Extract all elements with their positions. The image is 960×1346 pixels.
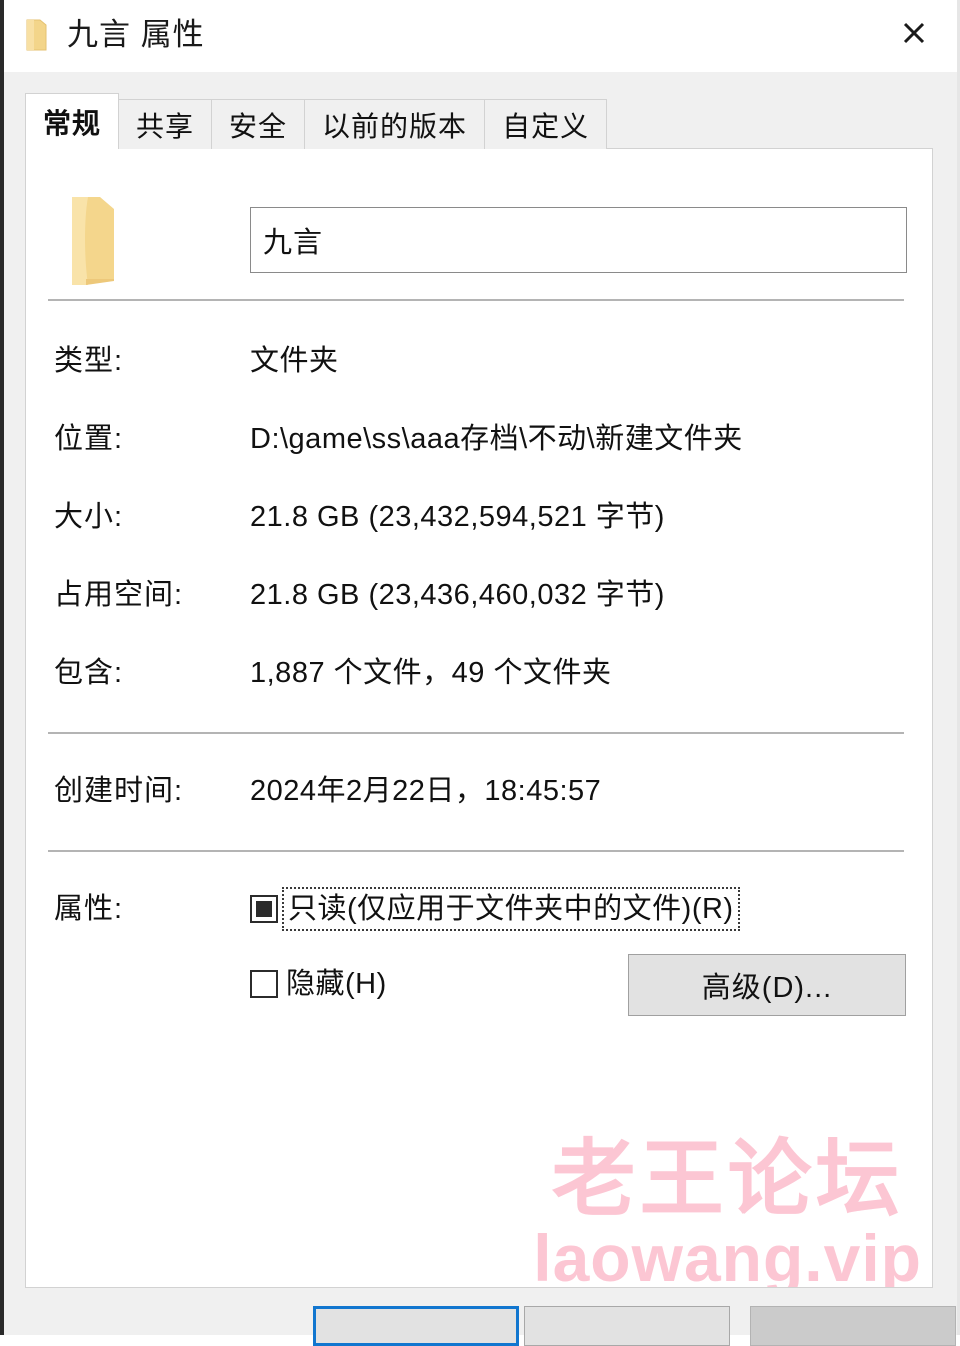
row-size-on-disk: 占用空间: 21.8 GB (23,436,460,032 字节) <box>26 575 932 615</box>
readonly-checkbox-label: 只读(仅应用于文件夹中的文件)(R) <box>282 887 740 931</box>
tab-sharing[interactable]: 共享 <box>118 99 213 149</box>
row-type: 类型: 文件夹 <box>26 341 932 381</box>
row-label: 位置: <box>54 423 124 455</box>
properties-dialog: 九言 属性 常规 共享 安全 以前的版本 自定义 九言 类型: 文件夹 位置: … <box>0 0 960 1346</box>
readonly-checkbox-row[interactable]: 只读(仅应用于文件夹中的文件)(R) <box>250 887 740 931</box>
row-value: 1,887 个文件，49 个文件夹 <box>250 657 612 689</box>
tab-security[interactable]: 安全 <box>211 99 306 149</box>
attributes-label: 属性: <box>54 893 124 925</box>
general-tab-panel: 类型: 文件夹 位置: D:\game\ss\aaa存档\不动\新建文件夹 大小… <box>25 148 933 1288</box>
row-contains: 包含: 1,887 个文件，49 个文件夹 <box>26 653 932 693</box>
row-label: 大小: <box>54 501 124 533</box>
divider-top <box>48 299 904 301</box>
row-value: 21.8 GB (23,432,594,521 字节) <box>250 501 665 533</box>
watermark-line1: 老王论坛 <box>551 1132 904 1226</box>
hidden-checkbox[interactable] <box>250 970 278 998</box>
row-value: D:\game\ss\aaa存档\不动\新建文件夹 <box>250 423 743 455</box>
folder-name-row <box>26 185 932 295</box>
tab-label: 安全 <box>229 110 288 142</box>
advanced-button[interactable]: 高级(D)... <box>628 954 906 1016</box>
row-size: 大小: 21.8 GB (23,432,594,521 字节) <box>26 497 932 537</box>
row-value: 2024年2月22日，18:45:57 <box>250 775 602 807</box>
dialog-footer <box>4 1292 957 1346</box>
window-title: 九言 属性 <box>67 17 205 52</box>
folder-icon <box>26 18 48 52</box>
window-border-left <box>0 0 4 1335</box>
divider-bottom <box>48 850 904 852</box>
row-label: 创建时间: <box>54 775 184 807</box>
hidden-checkbox-label: 隐藏(H) <box>286 968 387 1000</box>
watermark-line2: laowang.vip <box>533 1221 922 1288</box>
close-icon[interactable] <box>871 0 957 66</box>
tab-label: 以前的版本 <box>322 110 468 142</box>
row-value: 文件夹 <box>250 345 339 377</box>
tab-general[interactable]: 常规 <box>25 93 120 149</box>
cancel-button[interactable] <box>524 1306 730 1346</box>
title-bar: 九言 属性 <box>4 0 957 72</box>
watermark: 老王论坛 laowang.vip <box>533 1132 922 1288</box>
folder-icon <box>70 193 118 288</box>
row-label: 类型: <box>54 345 124 377</box>
row-location: 位置: D:\game\ss\aaa存档\不动\新建文件夹 <box>26 419 932 459</box>
row-label: 占用空间: <box>54 579 184 611</box>
folder-name-input[interactable] <box>250 207 907 273</box>
tab-label: 自定义 <box>502 110 590 142</box>
row-label: 包含: <box>54 657 124 689</box>
tab-customize[interactable]: 自定义 <box>484 99 608 149</box>
apply-button[interactable] <box>750 1306 956 1346</box>
tab-previous-versions[interactable]: 以前的版本 <box>304 99 486 149</box>
row-value: 21.8 GB (23,436,460,032 字节) <box>250 579 665 611</box>
ok-button[interactable] <box>313 1306 519 1346</box>
tab-strip: 常规 共享 安全 以前的版本 自定义 <box>25 93 608 149</box>
tab-label: 共享 <box>136 110 195 142</box>
row-created: 创建时间: 2024年2月22日，18:45:57 <box>26 771 932 811</box>
readonly-checkbox[interactable] <box>250 895 278 923</box>
divider-middle <box>48 732 904 734</box>
tab-label: 常规 <box>43 107 102 139</box>
hidden-checkbox-row[interactable]: 隐藏(H) <box>250 964 391 1004</box>
